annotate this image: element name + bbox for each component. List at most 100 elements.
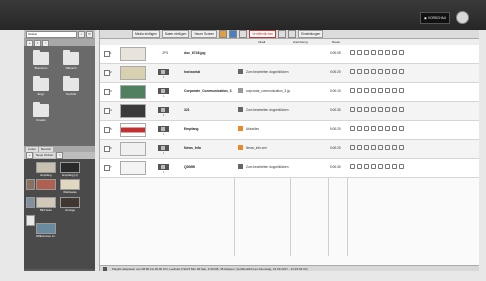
refresh-icon[interactable]: ↻ — [86, 30, 93, 38]
table-row[interactable]: 1 JPG doc_6748.jpg 0:00:05 — [100, 45, 479, 64]
trash-icon[interactable] — [399, 50, 404, 55]
tab-listen[interactable]: Listen — [26, 146, 39, 152]
preview-button[interactable]: ▣ VORSCHAU — [420, 12, 450, 24]
gear-icon[interactable] — [385, 126, 390, 131]
trash-icon[interactable] — [399, 88, 404, 93]
lock-icon[interactable] — [392, 107, 397, 112]
sync-icon[interactable] — [364, 145, 369, 150]
table-row[interactable]: 7 1 QDMW Zum bearbeiten doppelklicken 0:… — [100, 159, 479, 178]
table-row[interactable]: 3 1 Corporate_Communication_3 corporate_… — [100, 83, 479, 102]
clock-icon[interactable] — [357, 107, 362, 112]
link-icon[interactable] — [371, 145, 376, 150]
media-thumb[interactable] — [26, 197, 35, 212]
media-thumb[interactable]: Bild Seite — [36, 197, 56, 212]
sync-icon[interactable] — [364, 164, 369, 169]
folder-item[interactable]: Kreativ — [32, 102, 50, 124]
folder-item[interactable]: Dänisch — [62, 50, 80, 72]
sync-icon[interactable] — [364, 88, 369, 93]
settings-button[interactable]: Einstellungen — [298, 30, 324, 38]
table-row[interactable]: 6 1 News_Info News_info.xml 0:00:20 — [100, 140, 479, 159]
play-icon[interactable] — [350, 145, 355, 150]
eye-icon[interactable] — [378, 50, 383, 55]
trash-icon[interactable] — [399, 69, 404, 74]
sync-icon[interactable] — [364, 126, 369, 131]
sync-icon[interactable] — [364, 50, 369, 55]
media-thumb[interactable]: Wahlweise — [60, 179, 80, 194]
add-icon[interactable]: + — [26, 152, 33, 159]
media-thumb[interactable] — [26, 179, 35, 194]
play-icon[interactable] — [350, 69, 355, 74]
scope-select[interactable]: Global — [26, 30, 77, 38]
play-icon[interactable] — [350, 126, 355, 131]
lock-icon[interactable] — [392, 50, 397, 55]
eye-icon[interactable] — [378, 69, 383, 74]
eye-icon[interactable] — [378, 107, 383, 112]
gear-icon[interactable] — [385, 145, 390, 150]
clock-icon[interactable] — [357, 88, 362, 93]
image-icon[interactable] — [219, 30, 228, 38]
link-icon[interactable] — [371, 126, 376, 131]
trash-icon[interactable] — [399, 107, 404, 112]
eye-icon[interactable] — [378, 126, 383, 131]
clock-icon[interactable] — [357, 145, 362, 150]
folder-item[interactable]: Branchen — [32, 50, 50, 72]
clock-icon[interactable] — [357, 50, 362, 55]
clock-icon[interactable] — [357, 164, 362, 169]
lock-icon[interactable] — [392, 88, 397, 93]
lock-icon[interactable] — [392, 145, 397, 150]
media-thumb[interactable]: Anzeige — [60, 197, 80, 212]
gear-icon[interactable] — [385, 50, 390, 55]
copy-icon[interactable] — [239, 30, 248, 38]
table-row[interactable]: 4 1 321 Zum bearbeiten doppelklicken 0:0… — [100, 102, 479, 121]
play-icon[interactable] — [350, 88, 355, 93]
media-thumb[interactable] — [36, 179, 56, 194]
trash-icon[interactable] — [399, 145, 404, 150]
clock-icon[interactable] — [357, 69, 362, 74]
column-dauer[interactable]: Dauer — [332, 40, 340, 44]
table-row[interactable]: 5 1 Empfang Aktuelles 0:00:20 — [100, 121, 479, 140]
media-thumb[interactable]: Empfang (1) — [60, 162, 80, 177]
link-icon[interactable] — [371, 50, 376, 55]
column-zuordnung[interactable]: Zuordnung — [293, 40, 308, 44]
table-row[interactable]: 2 1 horizontal Zum bearbeiten doppelklic… — [100, 64, 479, 83]
publish-button[interactable]: Veröffentlichen — [249, 30, 277, 38]
delete-icon[interactable] — [288, 30, 297, 38]
print-icon[interactable] — [278, 30, 287, 38]
link-icon[interactable] — [371, 69, 376, 74]
eye-icon[interactable] — [378, 88, 383, 93]
gear-icon[interactable] — [385, 69, 390, 74]
trash-icon[interactable] — [399, 164, 404, 169]
gear-icon[interactable] — [385, 107, 390, 112]
tab-bereich[interactable]: Bereich — [39, 146, 54, 152]
insert-media-button[interactable]: Media einfügen — [132, 30, 160, 38]
eye-icon[interactable] — [378, 164, 383, 169]
link-icon[interactable] — [371, 164, 376, 169]
media-thumb[interactable] — [26, 215, 35, 230]
play-icon[interactable] — [350, 164, 355, 169]
eye-icon[interactable] — [378, 145, 383, 150]
link-icon[interactable] — [371, 107, 376, 112]
folder-item[interactable]: Technik — [62, 76, 80, 98]
gear-icon[interactable] — [385, 164, 390, 169]
layout-icon[interactable] — [229, 30, 238, 38]
lock-icon[interactable] — [392, 69, 397, 74]
lock-icon[interactable] — [392, 126, 397, 131]
sync-icon[interactable] — [364, 69, 369, 74]
search-icon[interactable]: ⌕ — [78, 30, 85, 38]
lock-icon[interactable] — [392, 164, 397, 169]
new-folder-button[interactable]: Neue Ordner — [34, 153, 56, 158]
clock-icon[interactable] — [357, 126, 362, 131]
column-inhalt[interactable]: Inhalt — [258, 40, 265, 44]
new-screen-button[interactable]: Neuer Screen — [191, 30, 218, 38]
folder-item[interactable]: Engl. — [32, 76, 50, 98]
gear-icon[interactable] — [385, 88, 390, 93]
insert-data-button[interactable]: Daten einfügen — [161, 30, 190, 38]
media-thumb[interactable]: Empfang — [36, 162, 56, 177]
play-icon[interactable] — [350, 50, 355, 55]
trash-icon[interactable] — [399, 126, 404, 131]
sync-icon[interactable] — [364, 107, 369, 112]
play-icon[interactable] — [350, 107, 355, 112]
link-icon[interactable] — [371, 88, 376, 93]
avatar[interactable] — [456, 11, 469, 24]
media-thumb[interactable]: Willkommen im Haus — [36, 223, 56, 238]
